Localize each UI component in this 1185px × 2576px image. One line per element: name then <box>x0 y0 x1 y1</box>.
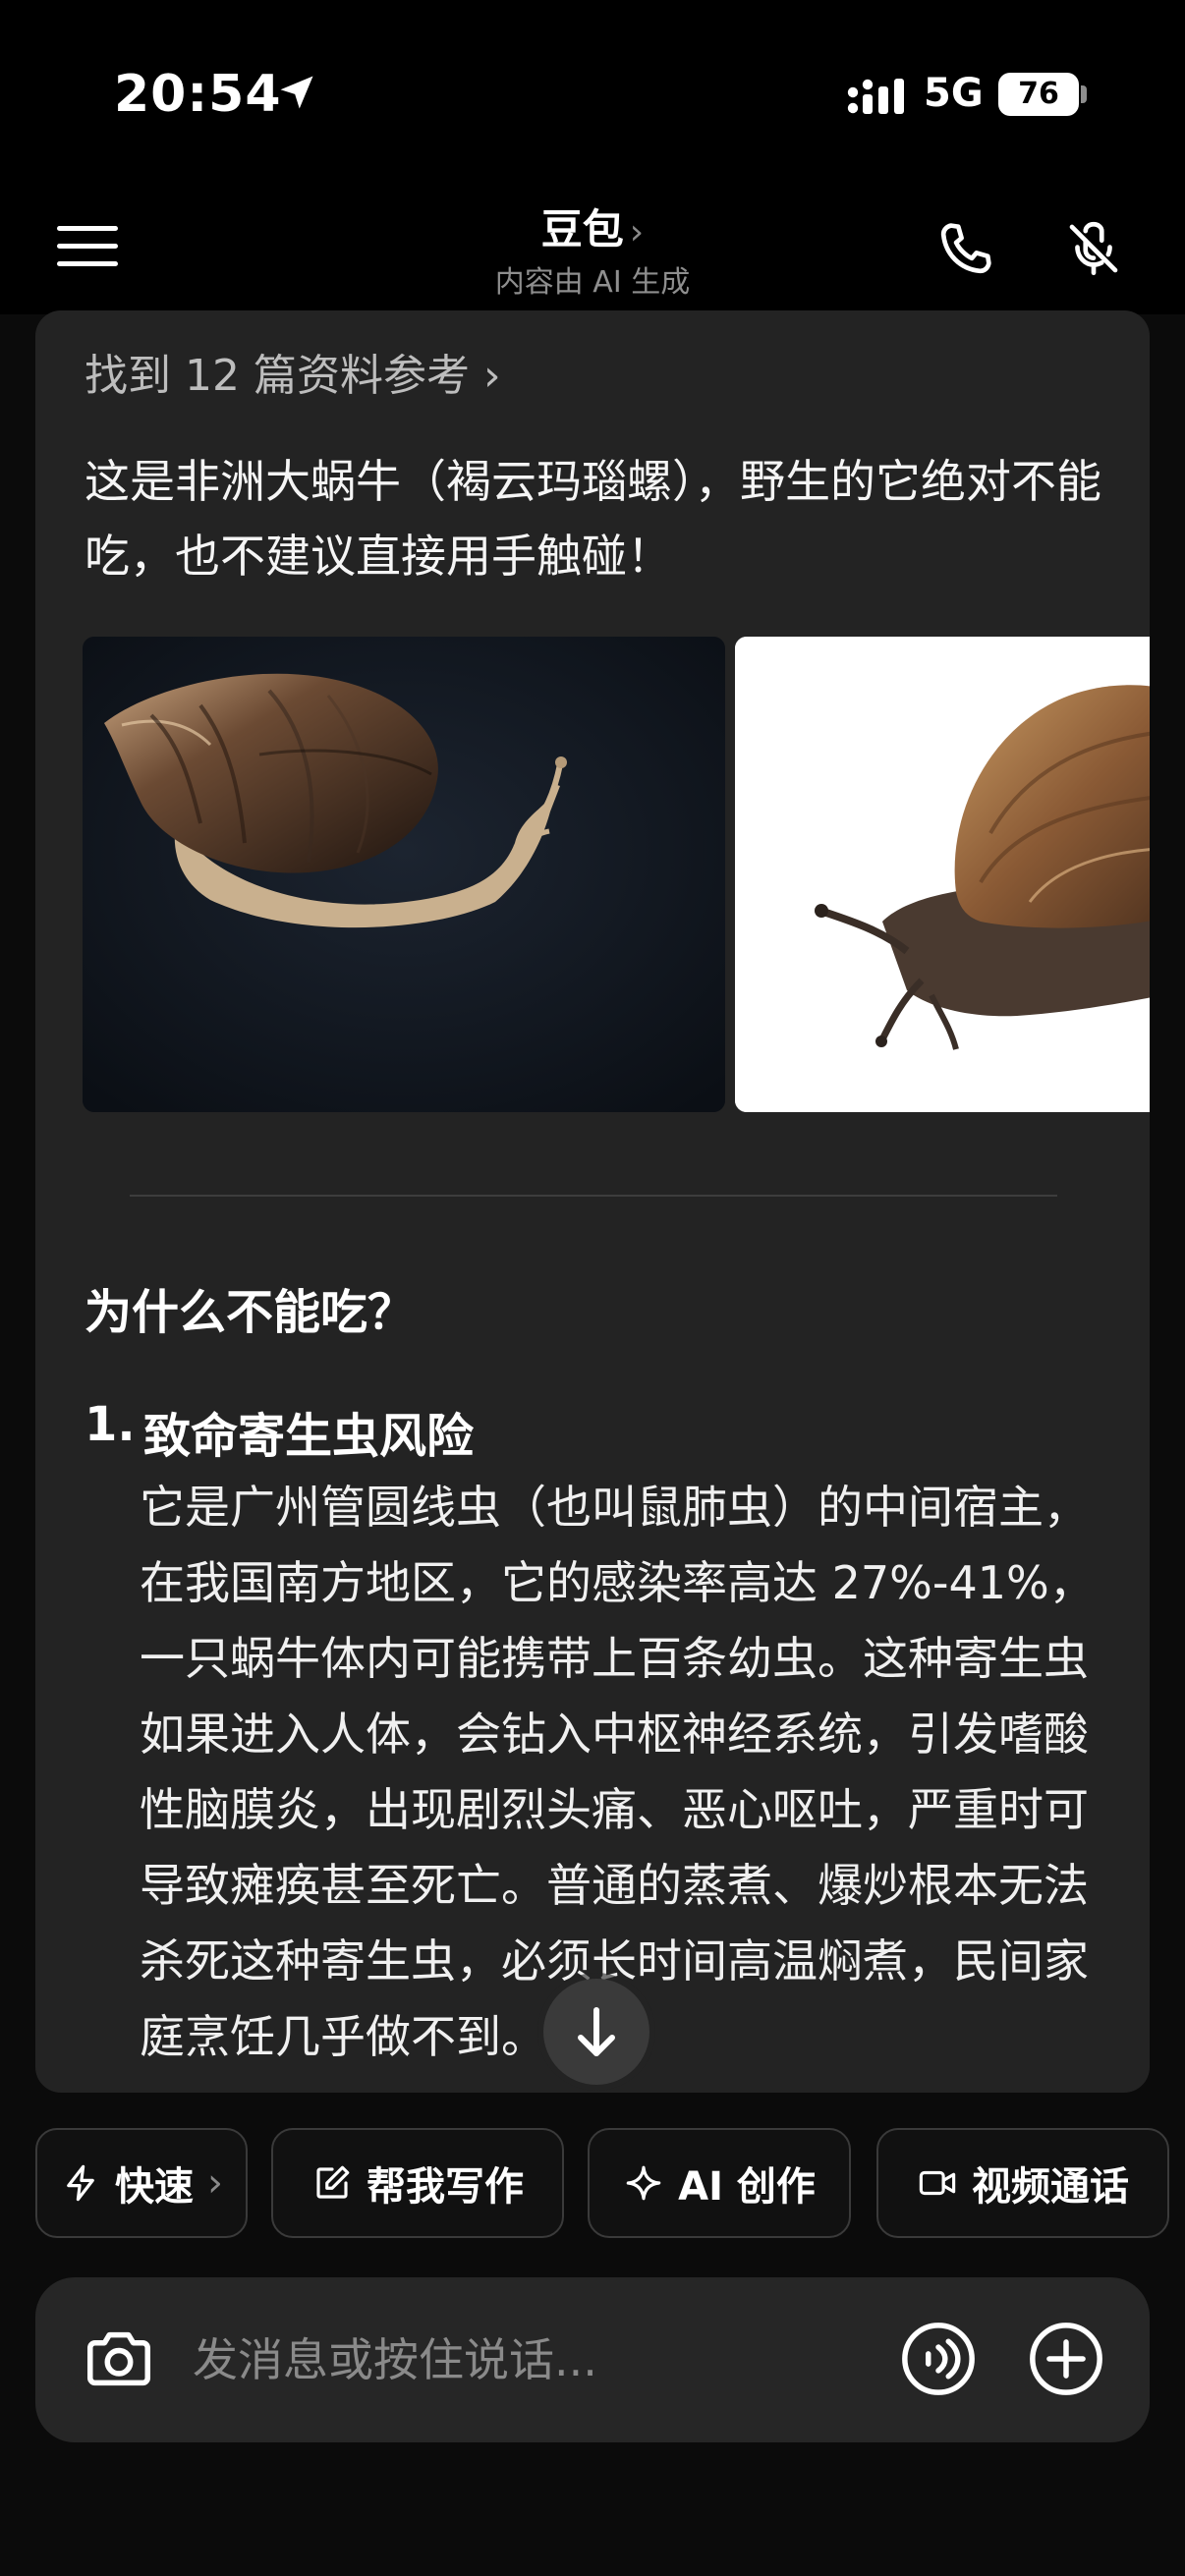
snail-image-dark-background[interactable] <box>83 637 725 1112</box>
assistant-message-card: 找到 12 篇资料参考 › 这是非洲大蜗牛（褐云玛瑙螺），野生的它绝对不能吃，也… <box>35 310 1150 2093</box>
message-input-bar <box>35 2277 1150 2442</box>
status-bar: 20:54 5G 76 <box>0 0 1185 187</box>
snail-image-white-background[interactable] <box>735 637 1150 1112</box>
bot-title[interactable]: 豆包 › <box>0 196 1185 256</box>
chat-screen: 20:54 5G 76 豆包 › 内容由 AI 生成 找到 12 篇资料参考 ›… <box>0 0 1185 2576</box>
voice-input-icon[interactable] <box>898 2319 979 2399</box>
chip-label: AI 创作 <box>678 2164 816 2210</box>
answer-intro: 这是非洲大蜗牛（褐云玛瑙螺），野生的它绝对不能吃，也不建议直接用手触碰！ <box>85 455 1101 583</box>
section-divider <box>130 1195 1057 1197</box>
quick-actions-bar: 快速 › 帮我写作 AI 创作 视频通话 <box>0 2093 1185 2240</box>
help-me-write-chip[interactable]: 帮我写作 <box>271 2128 564 2238</box>
list-item-title: 致命寄生虫风险 <box>143 1409 475 1464</box>
edit-icon <box>316 2165 350 2199</box>
chip-label: 视频通话 <box>972 2164 1129 2210</box>
sparkle-icon <box>626 2165 661 2201</box>
signal-icon <box>847 79 904 114</box>
video-call-chip[interactable]: 视频通话 <box>876 2128 1169 2238</box>
camera-icon[interactable] <box>81 2321 157 2397</box>
bot-name: 豆包 <box>540 205 624 253</box>
ai-create-chip[interactable]: AI 创作 <box>588 2128 851 2238</box>
speaker-muted-icon[interactable] <box>1061 216 1126 281</box>
scroll-to-bottom-button[interactable] <box>543 1979 649 2085</box>
phone-call-icon[interactable] <box>933 216 998 281</box>
lightning-icon <box>67 2164 94 2202</box>
chip-label: 帮我写作 <box>367 2164 524 2210</box>
message-input[interactable] <box>193 2319 880 2401</box>
nav-bar: 豆包 › 内容由 AI 生成 <box>0 187 1185 314</box>
quick-mode-chip[interactable]: 快速 › <box>35 2128 248 2238</box>
arrow-down-icon <box>578 2007 615 2056</box>
chevron-right-icon: › <box>629 212 645 252</box>
network-type: 5G <box>924 71 984 116</box>
location-arrow-icon <box>280 76 313 109</box>
image-carousel[interactable] <box>83 637 1150 1112</box>
ai-disclaimer: 内容由 AI 生成 <box>494 265 691 300</box>
list-item-number: 1. <box>85 1397 136 1452</box>
battery-cap <box>1081 85 1087 103</box>
references-link[interactable]: 找到 12 篇资料参考 › <box>85 340 501 403</box>
plus-icon[interactable] <box>1026 2319 1106 2399</box>
battery-level: 76 <box>998 73 1079 116</box>
section-heading: 为什么不能吃？ <box>85 1285 416 1340</box>
chevron-right-icon: › <box>207 2160 223 2206</box>
status-time: 20:54 <box>114 65 282 124</box>
video-icon <box>919 2170 956 2196</box>
chip-label: 快速 <box>115 2164 194 2210</box>
